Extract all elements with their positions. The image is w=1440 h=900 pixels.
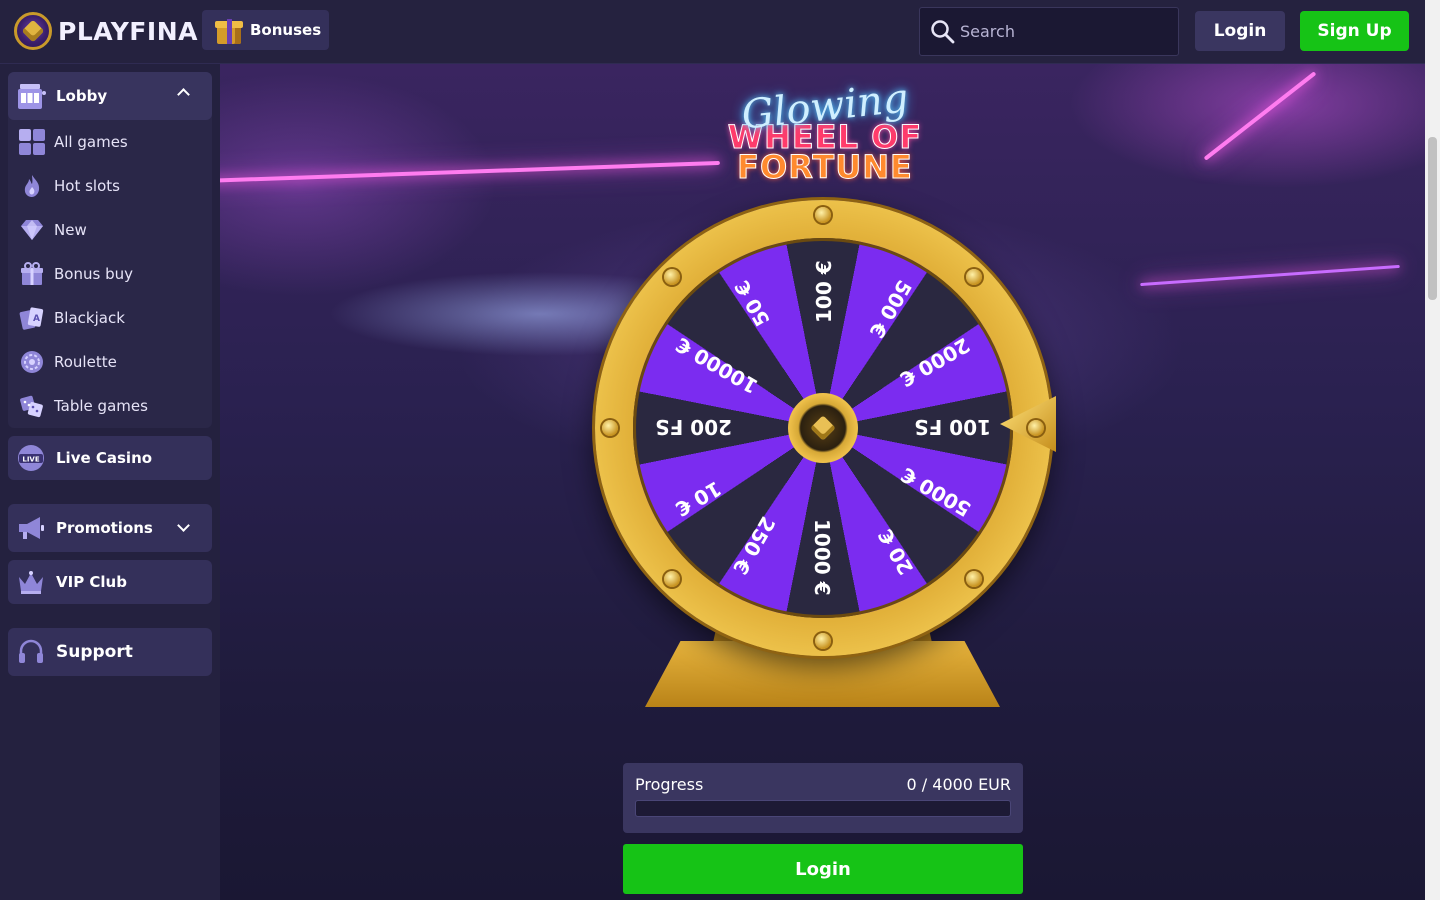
sidebar-item-label: Bonus buy bbox=[54, 265, 133, 283]
wheel-of-fortune-page: Glowing WHEEL OF FORTUNE 100 € 500 €2000 … bbox=[220, 64, 1425, 900]
bonuses-button[interactable]: Bonuses bbox=[202, 10, 329, 50]
sidebar-item-table-games[interactable]: Table games bbox=[8, 384, 212, 428]
sidebar-item-hot-slots[interactable]: Hot slots bbox=[8, 164, 212, 208]
gift-icon bbox=[21, 262, 43, 285]
neon-decoration bbox=[1140, 264, 1400, 287]
progress-label: Progress bbox=[635, 775, 704, 794]
wheel-title-logo: Glowing WHEEL OF FORTUNE bbox=[715, 75, 935, 199]
sidebar-item-vip-club[interactable]: VIP Club bbox=[8, 560, 212, 604]
sidebar-item-label: Blackjack bbox=[54, 309, 125, 327]
headset-icon bbox=[19, 639, 43, 663]
search-box[interactable] bbox=[919, 7, 1179, 56]
wheel-segment-label: 200 FS bbox=[655, 415, 732, 439]
promotions-label: Promotions bbox=[56, 519, 153, 537]
sidebar-item-new[interactable]: New bbox=[8, 208, 212, 252]
wheel-segment-label: 100 FS bbox=[914, 415, 991, 439]
sidebar-item-support[interactable]: Support bbox=[8, 628, 212, 676]
sidebar: Lobby All games Hot slots New Bonus buy … bbox=[0, 64, 220, 900]
brand-name: PLAYFINA bbox=[58, 16, 198, 46]
sidebar-item-bonus-buy[interactable]: Bonus buy bbox=[8, 252, 212, 296]
sidebar-item-all-games[interactable]: All games bbox=[8, 120, 212, 164]
wheel-segment-label: 2000 € bbox=[895, 332, 974, 392]
sidebar-item-label: All games bbox=[54, 133, 128, 151]
live-casino-icon: LIVE bbox=[18, 445, 44, 471]
sidebar-item-blackjack[interactable]: A Blackjack bbox=[8, 296, 212, 340]
sidebar-item-label: New bbox=[54, 221, 87, 239]
lobby-label: Lobby bbox=[56, 87, 108, 105]
sidebar-item-live-casino[interactable]: LIVE Live Casino bbox=[8, 436, 212, 480]
neon-decoration bbox=[220, 160, 720, 184]
rim-bolt-icon bbox=[965, 269, 982, 286]
cards-icon: A bbox=[19, 307, 44, 330]
live-casino-label: Live Casino bbox=[56, 449, 153, 467]
search-icon bbox=[931, 19, 955, 43]
lobby-panel: Lobby All games Hot slots New Bonus buy … bbox=[8, 72, 212, 428]
sidebar-item-roulette[interactable]: Roulette bbox=[8, 340, 212, 384]
wheel-segment-label: 100 € bbox=[812, 260, 836, 323]
dice-icon bbox=[20, 395, 43, 418]
wheel-hub-icon bbox=[788, 393, 858, 463]
flame-icon bbox=[24, 175, 40, 197]
page-scrollbar[interactable] bbox=[1425, 0, 1440, 900]
wheel-segment-label: 5000 € bbox=[896, 462, 975, 522]
support-label: Support bbox=[56, 642, 133, 662]
search-input[interactable] bbox=[960, 22, 1170, 41]
wheel-segment-label: 50 € bbox=[729, 276, 775, 331]
megaphone-icon bbox=[19, 517, 44, 539]
top-header: PLAYFINA Bonuses Login Sign Up bbox=[0, 0, 1425, 64]
slot-machine-icon bbox=[18, 84, 46, 109]
wheel-segment-label: 20 € bbox=[873, 524, 919, 579]
chevron-up-icon bbox=[177, 88, 190, 101]
rim-bolt-icon bbox=[602, 420, 618, 436]
fortune-wheel[interactable]: 100 € 500 €2000 € 100 FS 5000 €20 € 1000 € 25… bbox=[590, 196, 1060, 716]
sidebar-item-label: Roulette bbox=[54, 353, 117, 371]
svg-text:LIVE: LIVE bbox=[22, 456, 39, 464]
lobby-toggle[interactable]: Lobby bbox=[8, 72, 212, 120]
bonuses-label: Bonuses bbox=[250, 21, 322, 39]
wheel-segment-label: 250 € bbox=[727, 512, 781, 579]
login-cta-button[interactable]: Login bbox=[623, 844, 1023, 894]
progress-bar bbox=[635, 800, 1011, 817]
gift-icon bbox=[214, 15, 244, 45]
scrollbar-thumb[interactable] bbox=[1428, 137, 1437, 300]
grid-icon bbox=[19, 129, 45, 155]
sidebar-item-promotions[interactable]: Promotions bbox=[8, 504, 212, 552]
wheel-ring: 100 € 500 €2000 € 100 FS 5000 €20 € 1000 € 25… bbox=[595, 200, 1051, 656]
wheel-segment-label: 1000 € bbox=[810, 519, 834, 596]
title-line-2: FORTUNE bbox=[737, 148, 913, 186]
wheel-segment-label: 500 € bbox=[864, 276, 917, 343]
wheel-segment-label: 10000 € bbox=[671, 332, 762, 399]
crown-icon bbox=[19, 571, 43, 594]
neon-decoration bbox=[1203, 71, 1317, 161]
progress-card: Progress 0 / 4000 EUR bbox=[623, 763, 1023, 833]
vip-club-label: VIP Club bbox=[56, 573, 127, 591]
rim-bolt-icon bbox=[815, 207, 831, 223]
rim-bolt-icon bbox=[664, 570, 681, 587]
rim-bolt-icon bbox=[815, 633, 831, 649]
login-button[interactable]: Login bbox=[1195, 11, 1285, 51]
chevron-down-icon bbox=[177, 519, 190, 532]
signup-button[interactable]: Sign Up bbox=[1300, 11, 1409, 51]
brand-logo[interactable]: PLAYFINA bbox=[14, 11, 198, 51]
sidebar-item-label: Table games bbox=[54, 397, 148, 415]
svg-text:A: A bbox=[33, 314, 40, 324]
progress-value: 0 / 4000 EUR bbox=[906, 775, 1011, 794]
rim-bolt-icon bbox=[965, 570, 982, 587]
diamond-icon bbox=[21, 220, 43, 240]
wheel-segment-label: 10 € bbox=[671, 476, 726, 522]
logo-badge-icon bbox=[14, 12, 52, 50]
rim-bolt-icon bbox=[1028, 420, 1044, 436]
roulette-icon bbox=[21, 351, 43, 373]
sidebar-item-label: Hot slots bbox=[54, 177, 120, 195]
